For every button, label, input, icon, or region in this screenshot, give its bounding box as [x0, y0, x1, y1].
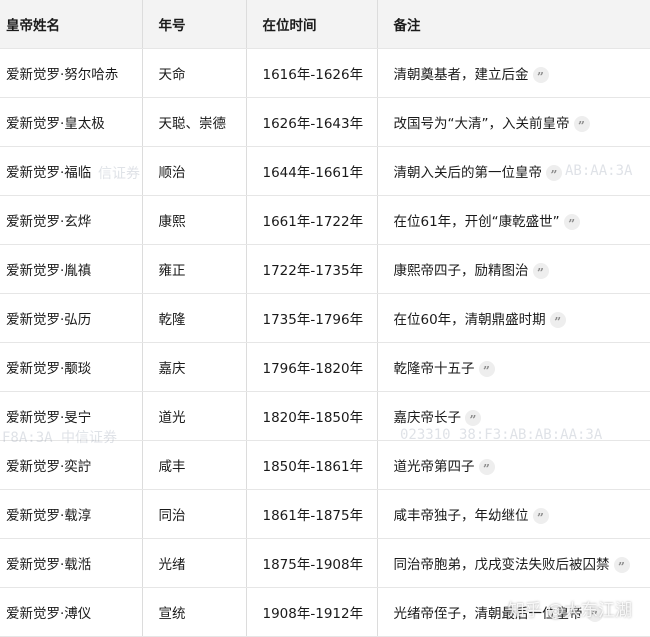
cell-era: 宣统 — [141, 587, 246, 637]
quote-icon[interactable]: ” — [549, 311, 566, 329]
cell-name: 爱新觉罗·弘历 — [0, 293, 142, 343]
cell-name: 爱新觉罗·胤禛 — [0, 244, 142, 294]
cell-era: 嘉庆 — [141, 342, 246, 392]
cell-era: 咸丰 — [141, 440, 246, 490]
quote-icon[interactable]: ” — [546, 164, 562, 182]
quote-icon[interactable]: ” — [532, 507, 549, 525]
table-row: 爱新觉罗·胤禛 雍正 1722年-1735年 康熙帝四子，励精图治” — [0, 244, 650, 294]
cell-era: 同治 — [141, 489, 246, 539]
table-row: 爱新觉罗·载湉 光绪 1875年-1908年 同治帝胞弟，戊戌变法失败后被囚禁” — [0, 538, 650, 588]
table-row: 爱新觉罗·载淳 同治 1861年-1875年 咸丰帝独子，年幼继位” — [0, 489, 650, 539]
cell-reign: 1661年-1722年 — [245, 195, 377, 245]
header-reign: 在位时间 — [245, 0, 377, 49]
header-note: 备注 — [376, 0, 650, 49]
header-era: 年号 — [141, 0, 246, 49]
cell-note: 道光帝第四子” — [376, 440, 650, 490]
cell-note: 在位60年，清朝鼎盛时期” — [376, 293, 650, 343]
note-text: 改国号为“大清”，入关前皇帝 — [393, 115, 570, 132]
cell-era: 天聪、崇德 — [141, 97, 246, 147]
cell-name: 爱新觉罗·奕詝 — [0, 440, 142, 490]
cell-name: 爱新觉罗·颙琰 — [0, 342, 142, 392]
cell-name: 爱新觉罗·载湉 — [0, 538, 142, 588]
table-body: 爱新觉罗·努尔哈赤 天命 1616年-1626年 清朝奠基者，建立后金” 爱新觉罗·皇太… — [0, 48, 650, 637]
table-header: 皇帝姓名 年号 在位时间 备注 — [0, 0, 650, 49]
cell-era: 光绪 — [141, 538, 246, 588]
cell-era: 道光 — [141, 391, 246, 441]
table-row: 爱新觉罗·颙琰 嘉庆 1796年-1820年 乾隆帝十五子” — [0, 342, 650, 392]
cell-reign: 1796年-1820年 — [245, 342, 377, 392]
cell-name: 爱新觉罗·玄烨 — [0, 195, 142, 245]
note-text: 同治帝胞弟，戊戌变法失败后被囚禁 — [393, 556, 610, 573]
cell-name: 爱新觉罗·福临 — [0, 146, 142, 196]
cell-note: 康熙帝四子，励精图治” — [376, 244, 650, 294]
cell-reign: 1820年-1850年 — [245, 391, 377, 441]
cell-name: 爱新觉罗·努尔哈赤 — [0, 48, 142, 98]
cell-era: 康熙 — [141, 195, 246, 245]
header-row: 皇帝姓名 年号 在位时间 备注 — [0, 0, 650, 49]
cell-note: 改国号为“大清”，入关前皇帝” — [376, 97, 650, 147]
quote-icon[interactable]: ” — [613, 556, 630, 574]
cell-note: 清朝入关后的第一位皇帝” — [376, 146, 650, 196]
table-row: 爱新觉罗·奕詝 咸丰 1850年-1861年 道光帝第四子” — [0, 440, 650, 490]
cell-reign: 1626年-1643年 — [245, 97, 377, 147]
quote-icon[interactable]: ” — [532, 262, 549, 280]
quote-icon[interactable]: ” — [563, 213, 580, 231]
table-row: 爱新觉罗·弘历 乾隆 1735年-1796年 在位60年，清朝鼎盛时期” — [0, 293, 650, 343]
cell-name: 爱新觉罗·皇太极 — [0, 97, 142, 147]
cell-reign: 1850年-1861年 — [245, 440, 377, 490]
cell-era: 乾隆 — [141, 293, 246, 343]
cell-era: 天命 — [141, 48, 246, 98]
quote-icon[interactable]: ” — [586, 605, 603, 623]
quote-icon[interactable]: ” — [478, 360, 495, 378]
header-name: 皇帝姓名 — [0, 0, 142, 49]
quote-icon[interactable]: ” — [532, 66, 549, 84]
table-row: 爱新觉罗·溥仪 宣统 1908年-1912年 光绪帝侄子，清朝最后一位皇帝” — [0, 587, 650, 637]
table-row: 爱新觉罗·旻宁 道光 1820年-1850年 嘉庆帝长子” — [0, 391, 650, 441]
note-text: 清朝奠基者，建立后金 — [393, 66, 529, 83]
cell-note: 同治帝胞弟，戊戌变法失败后被囚禁” — [376, 538, 650, 588]
table-row: 爱新觉罗·玄烨 康熙 1661年-1722年 在位61年，开创“康乾盛世”” — [0, 195, 650, 245]
cell-reign: 1861年-1875年 — [245, 489, 377, 539]
note-text: 康熙帝四子，励精图治 — [393, 262, 529, 279]
note-text: 光绪帝侄子，清朝最后一位皇帝 — [393, 605, 583, 622]
cell-note: 咸丰帝独子，年幼继位” — [376, 489, 650, 539]
note-text: 咸丰帝独子，年幼继位 — [393, 507, 529, 524]
cell-reign: 1908年-1912年 — [245, 587, 377, 637]
cell-reign: 1875年-1908年 — [245, 538, 377, 588]
cell-note: 乾隆帝十五子” — [376, 342, 650, 392]
note-text: 嘉庆帝长子 — [393, 409, 462, 426]
table-row: 爱新觉罗·皇太极 天聪、崇德 1626年-1643年 改国号为“大清”，入关前皇帝” — [0, 97, 650, 147]
cell-reign: 1644年-1661年 — [245, 146, 377, 196]
note-text: 清朝入关后的第一位皇帝 — [393, 164, 543, 181]
cell-note: 嘉庆帝长子” — [376, 391, 650, 441]
cell-name: 爱新觉罗·载淳 — [0, 489, 142, 539]
cell-reign: 1722年-1735年 — [245, 244, 377, 294]
cell-note: 清朝奠基者，建立后金” — [376, 48, 650, 98]
cell-note: 在位61年，开创“康乾盛世”” — [376, 195, 650, 245]
note-text: 道光帝第四子 — [393, 458, 475, 475]
quote-icon[interactable]: ” — [573, 115, 590, 133]
cell-name: 爱新觉罗·旻宁 — [0, 391, 142, 441]
note-text: 在位60年，清朝鼎盛时期 — [393, 311, 546, 328]
cell-era: 顺治 — [141, 146, 246, 196]
quote-icon[interactable]: ” — [478, 458, 495, 476]
quote-icon[interactable]: ” — [465, 409, 481, 427]
note-text: 在位61年，开创“康乾盛世” — [393, 213, 560, 230]
note-text: 乾隆帝十五子 — [393, 360, 475, 377]
cell-reign: 1735年-1796年 — [245, 293, 377, 343]
cell-name: 爱新觉罗·溥仪 — [0, 587, 142, 637]
cell-reign: 1616年-1626年 — [245, 48, 377, 98]
emperor-table: 皇帝姓名 年号 在位时间 备注 爱新觉罗·努尔哈赤 天命 1616年-1626年 清朝… — [0, 0, 650, 637]
cell-note: 光绪帝侄子，清朝最后一位皇帝” — [376, 587, 650, 637]
cell-era: 雍正 — [141, 244, 246, 294]
table-row: 爱新觉罗·福临 顺治 1644年-1661年 清朝入关后的第一位皇帝” — [0, 146, 650, 196]
table-row: 爱新觉罗·努尔哈赤 天命 1616年-1626年 清朝奠基者，建立后金” — [0, 48, 650, 98]
